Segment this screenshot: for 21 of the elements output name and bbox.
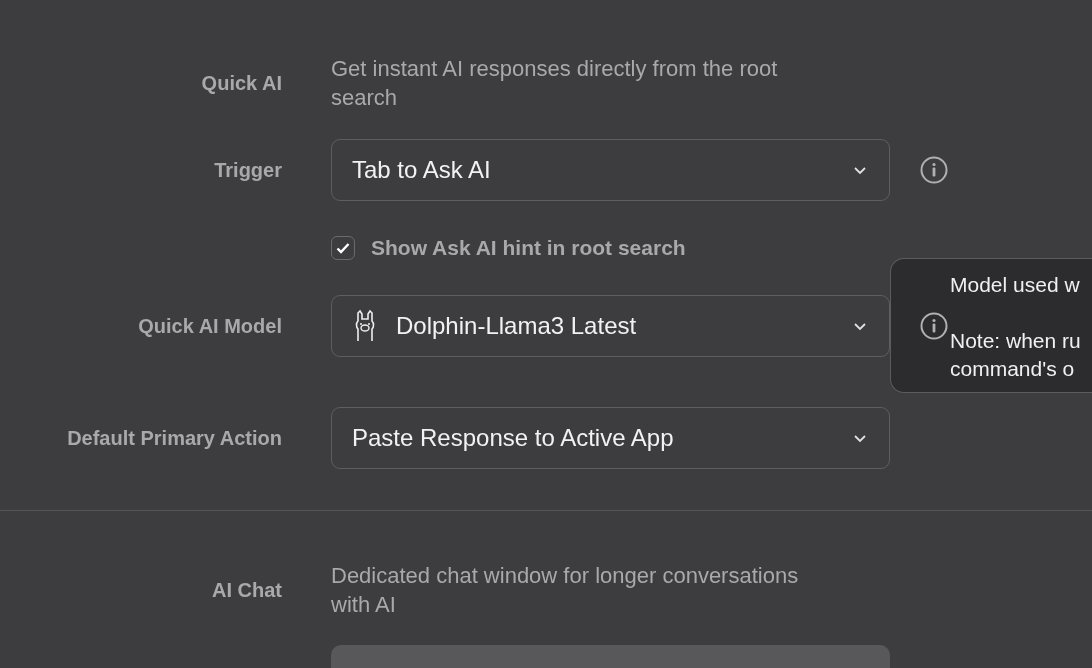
setting-label: Default Primary Action [66,426,282,450]
setting-label: Trigger [213,158,282,182]
dropdown[interactable]: Dolphin-Llama3 Latest [331,295,890,357]
dropdown[interactable]: Paste Response to Active App [331,407,890,469]
setting-label: Quick AI Model [137,314,282,338]
chevron-icon [853,433,867,443]
info-icon[interactable] [918,311,949,341]
tooltip-text: command's o [950,356,1075,382]
tooltip-text: Model used w [950,272,1080,298]
info-icon[interactable] [918,155,949,185]
setting-description: Get instant AI responses directly from the root search [331,55,779,112]
check-icon [336,242,350,254]
checkbox[interactable] [331,236,355,260]
setting-label: AI Chat [211,578,282,602]
tooltip-text: Note: when ru [950,328,1081,354]
chevron-icon [853,321,867,331]
chevron-icon [853,165,867,175]
setting-description: Dedicated chat window for longer conversations with AI [331,562,800,619]
setting-label: Quick AI [200,71,282,95]
dropdown[interactable]: Tab to Ask AI [331,139,890,201]
checkbox-label: Show Ask AI hint in root search [371,236,686,260]
